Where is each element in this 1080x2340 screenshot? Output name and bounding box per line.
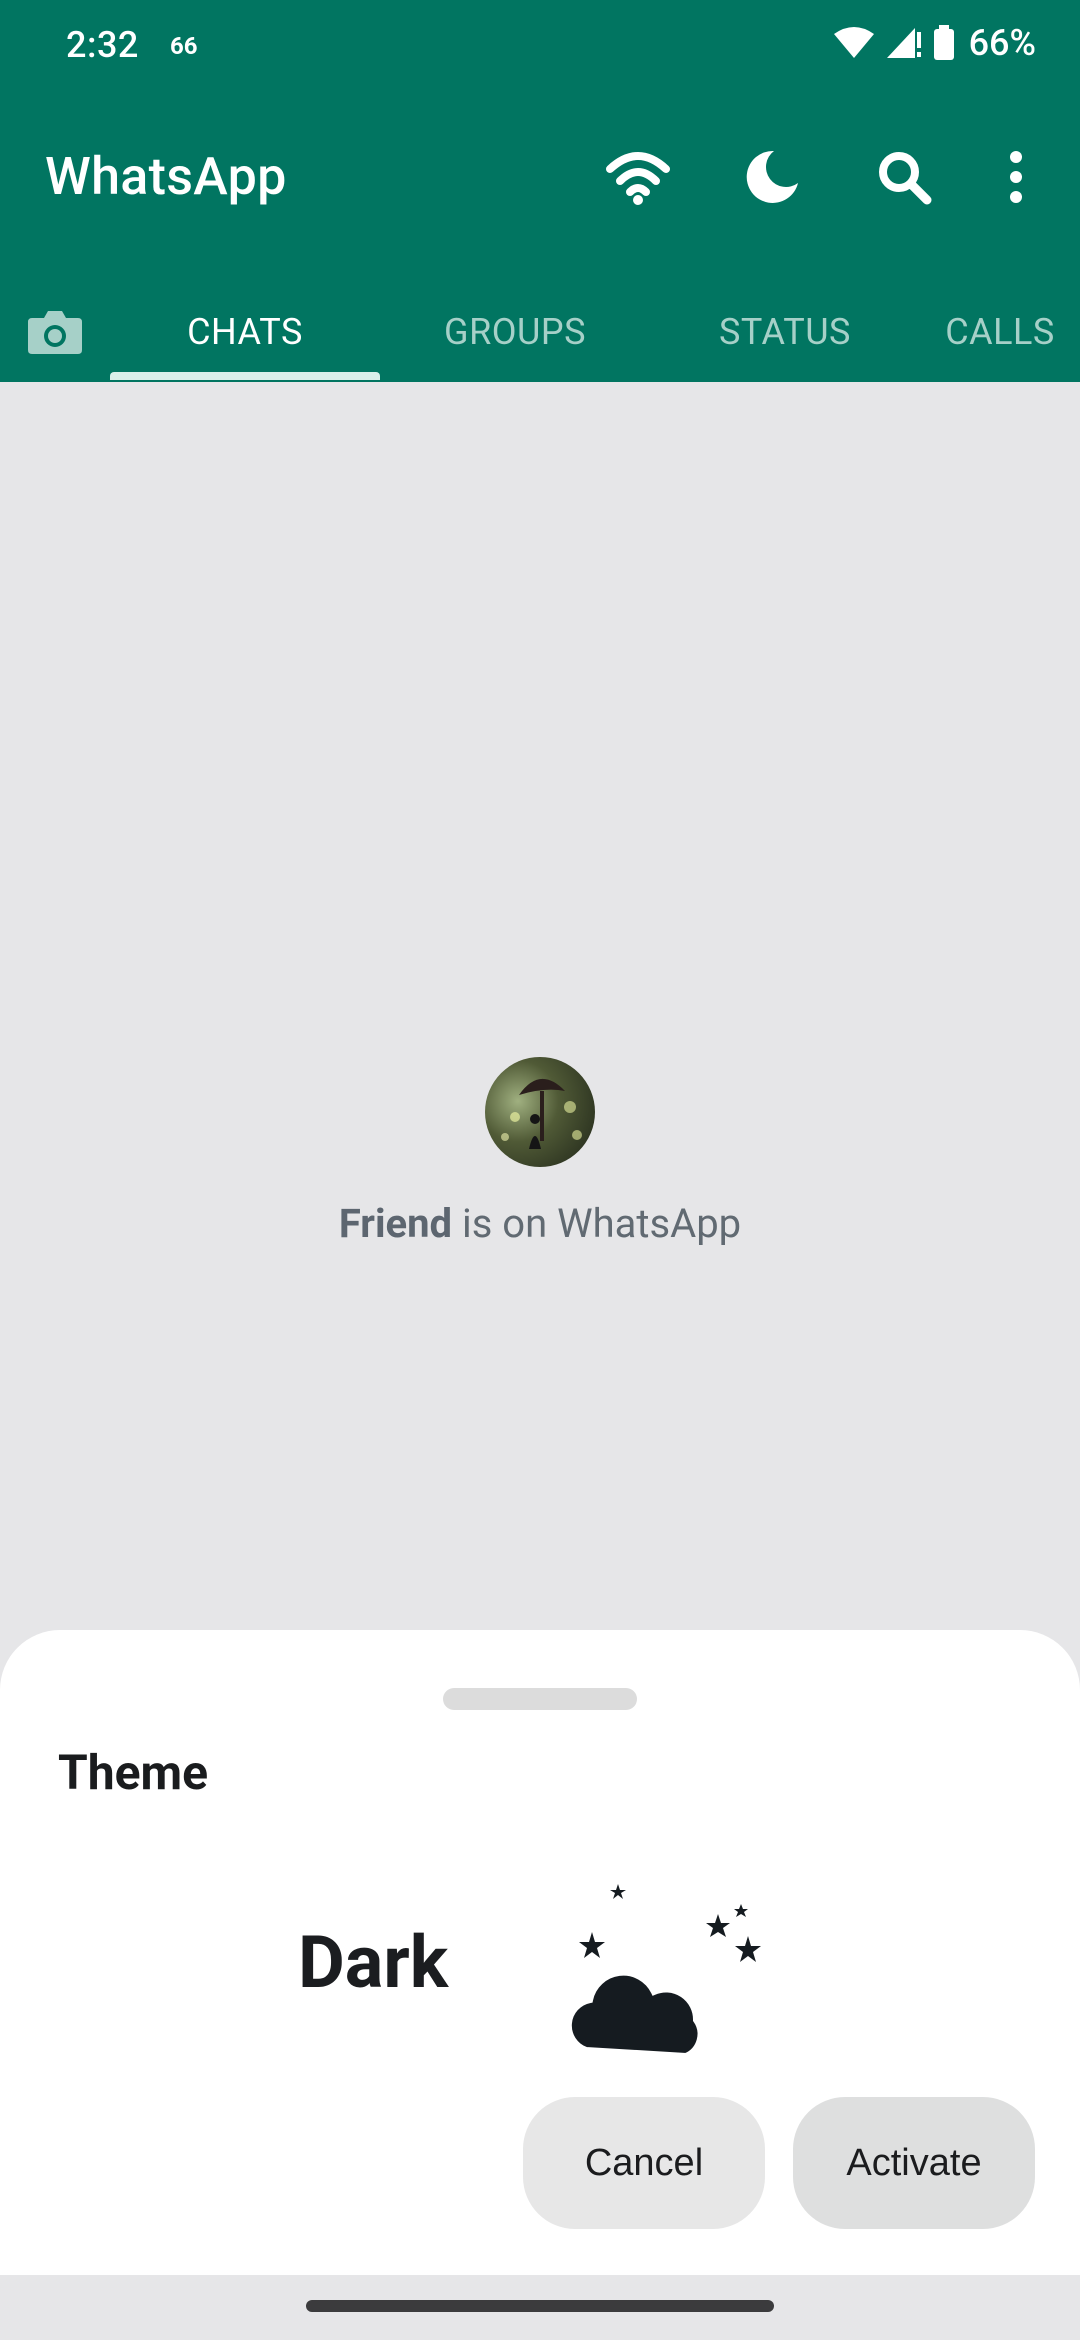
status-icons: 66% <box>833 22 1036 64</box>
tab-status[interactable]: STATUS <box>650 282 920 382</box>
sheet-title: Theme <box>58 1744 209 1801</box>
home-gesture-bar[interactable] <box>306 2300 774 2312</box>
status-time: 2:32 <box>66 24 139 66</box>
moon-clouds-icon <box>565 1864 778 2060</box>
search-icon <box>879 152 932 205</box>
battery-icon <box>933 25 954 60</box>
friend-joined-suffix: is on WhatsApp <box>452 1200 742 1247</box>
moon-icon <box>746 150 798 203</box>
app-title: WhatsApp <box>45 146 287 207</box>
tab-calls[interactable]: CALLS <box>920 282 1080 382</box>
wifi-signal-icon <box>833 27 874 58</box>
friend-joined-text: Friend is on WhatsApp <box>0 1200 1080 1247</box>
activate-button[interactable]: Activate <box>793 2097 1035 2229</box>
tab-indicator <box>110 372 380 380</box>
more-options-button[interactable] <box>988 145 1044 209</box>
tab-groups[interactable]: GROUPS <box>380 282 650 382</box>
cell-signal-icon <box>886 28 921 58</box>
battery-percent: 66% <box>968 22 1036 64</box>
theme-name: Dark <box>298 1920 449 2005</box>
wifi-button[interactable] <box>606 145 670 209</box>
more-vert-icon <box>1010 151 1022 203</box>
camera-icon <box>28 311 82 354</box>
tab-bar: CHATS GROUPS STATUS CALLS <box>0 282 1080 382</box>
search-button[interactable] <box>872 145 936 209</box>
friend-name: Friend <box>338 1200 453 1247</box>
avatar-image <box>501 1078 582 1149</box>
notification-count: 66 <box>170 32 198 60</box>
wifi-icon <box>606 152 670 205</box>
camera-tab[interactable] <box>0 282 110 382</box>
friend-avatar[interactable] <box>485 1057 595 1167</box>
tab-chats[interactable]: CHATS <box>110 282 380 382</box>
status-bar: 2:32 66 66% <box>0 0 1080 96</box>
sheet-drag-handle[interactable] <box>443 1688 637 1710</box>
dark-mode-button[interactable] <box>740 145 804 209</box>
cancel-button[interactable]: Cancel <box>523 2097 765 2229</box>
app-bar: 2:32 66 66% WhatsApp CHATS GROUPS STATUS… <box>0 0 1080 382</box>
